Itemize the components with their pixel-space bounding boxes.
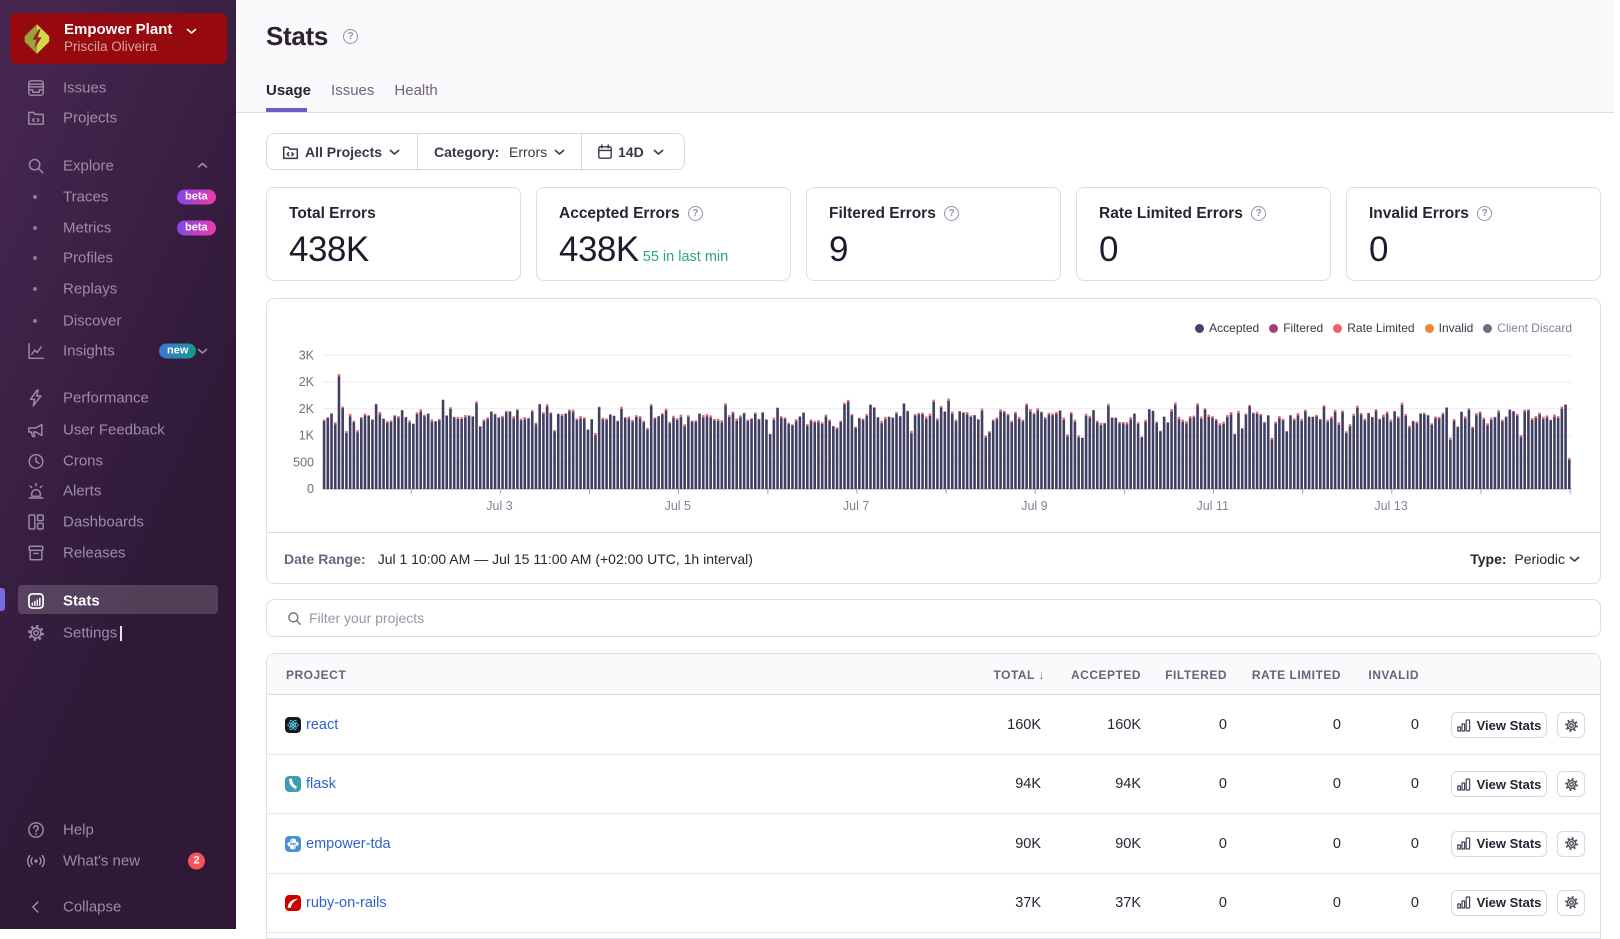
svg-text:Jul 5: Jul 5 [665,499,691,513]
svg-text:Jul 9: Jul 9 [1021,499,1047,513]
svg-text:Jul 7: Jul 7 [843,499,869,513]
svg-text:500: 500 [293,455,314,469]
svg-text:1K: 1K [299,429,315,443]
svg-text:Jul 13: Jul 13 [1374,499,1407,513]
svg-text:2K: 2K [299,402,315,416]
svg-text:0: 0 [307,482,314,496]
svg-text:2K: 2K [299,375,315,389]
svg-text:3K: 3K [299,348,315,362]
svg-text:Jul 3: Jul 3 [486,499,512,513]
svg-text:Jul 11: Jul 11 [1196,499,1228,513]
